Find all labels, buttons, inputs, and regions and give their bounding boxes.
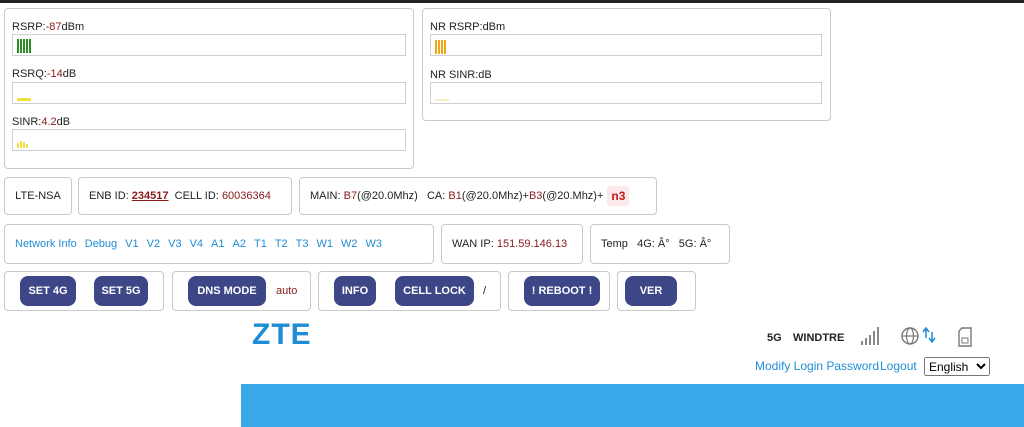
main-label: MAIN: — [310, 190, 341, 202]
top-border — [0, 0, 1024, 3]
ver-button[interactable]: VER — [625, 276, 677, 306]
temp-4g: 4G: Â° — [637, 238, 670, 250]
rsrp-label: RSRP:-87dBm — [12, 21, 85, 33]
nav-link-v1[interactable]: V1 — [125, 238, 138, 250]
cell-id-box: ENB ID: 234517 CELL ID: 60036364 — [78, 177, 292, 215]
zte-logo: ZTE — [252, 318, 312, 351]
cell-lock-button[interactable]: CELL LOCK — [395, 276, 474, 306]
wan-ip-label: WAN IP: — [452, 238, 494, 250]
main-band: B7 — [343, 190, 358, 202]
info-button[interactable]: INFO — [334, 276, 376, 306]
network-mode: LTE-NSA — [15, 190, 61, 202]
nav-link-debug[interactable]: Debug — [85, 238, 117, 250]
enb-id-link[interactable]: 234517 — [132, 190, 169, 202]
nr-rsrp-label: NR RSRP:dBm — [430, 21, 506, 33]
ca-label: CA: — [426, 190, 446, 202]
ca-bandwidth-1: (@20.0Mhz)+ — [461, 190, 529, 202]
nr-band-badge: n3 — [607, 186, 630, 206]
wan-ip-value: 151.59.146.13 — [496, 238, 568, 250]
nr-rsrp-bar-indicator — [435, 40, 446, 54]
nav-link-w3[interactable]: W3 — [366, 238, 383, 250]
cell-lock-value: / — [483, 285, 487, 297]
nav-link-a1[interactable]: A1 — [211, 238, 224, 250]
modify-login-password-link[interactable]: Modify Login Password — [755, 359, 879, 373]
language-select[interactable]: English — [924, 357, 990, 376]
ca-bandwidth-2: (@20.Mhz)+ — [542, 190, 604, 202]
sinr-bar — [12, 129, 406, 151]
nav-link-network-info[interactable]: Network Info — [15, 238, 77, 250]
enb-label: ENB ID: — [89, 190, 129, 202]
nav-link-a2[interactable]: A2 — [233, 238, 246, 250]
nr-rsrp-bar — [430, 34, 822, 56]
rsrp-bar-indicator — [17, 39, 31, 53]
ca-band-1: B1 — [448, 190, 462, 202]
carrier-aggregation-box: MAIN: B7 (@20.0Mhz) CA: B1 (@20.0Mhz)+ B3(… — [299, 177, 657, 215]
set-4g-button[interactable]: SET 4G — [20, 276, 76, 306]
dns-mode-value: auto — [276, 285, 298, 297]
wan-ip-box: WAN IP: 151.59.146.13 — [441, 224, 583, 264]
globe-icon[interactable] — [900, 326, 936, 348]
rsrq-bar — [12, 82, 406, 104]
nav-link-t1[interactable]: T1 — [254, 238, 267, 250]
cell-id-value: 60036364 — [221, 190, 271, 202]
operator-name: WINDTRE — [793, 332, 845, 344]
signal-icon — [861, 327, 879, 345]
sinr-label: SINR:4.2dB — [12, 116, 71, 128]
nr-sinr-label: NR SINR:dB — [430, 69, 492, 81]
nav-link-t2[interactable]: T2 — [275, 238, 288, 250]
dns-mode-button[interactable]: DNS MODE — [188, 276, 266, 306]
rsrp-bar — [12, 34, 406, 56]
nav-link-v4[interactable]: V4 — [190, 238, 203, 250]
lte-signal-panel: RSRP:-87dBm RSRQ:-14dB SINR:4.2dB — [4, 8, 414, 169]
reboot-button[interactable]: ! REBOOT ! — [524, 276, 600, 306]
nr-signal-panel: NR RSRP:dBm NR SINR:dB — [422, 8, 831, 121]
temp-5g: 5G: Â° — [678, 238, 712, 250]
nav-link-v2[interactable]: V2 — [147, 238, 160, 250]
main-bandwidth: (@20.0Mhz) — [357, 190, 418, 202]
rsrq-bar-indicator — [17, 98, 31, 101]
ca-band-2: B3 — [528, 190, 543, 202]
temp-label: Temp — [601, 238, 628, 250]
nr-sinr-bar-indicator — [435, 99, 449, 101]
rsrq-label: RSRQ:-14dB — [12, 68, 77, 80]
nav-link-w1[interactable]: W1 — [317, 238, 334, 250]
blue-banner — [241, 384, 1024, 427]
nav-links-box: Network Info Debug V1 V2 V3 V4 A1 A2 T1 … — [4, 224, 434, 264]
nr-sinr-bar — [430, 82, 822, 104]
nav-link-t3[interactable]: T3 — [296, 238, 309, 250]
network-type: 5G — [767, 332, 782, 344]
logout-link[interactable]: Logout — [880, 359, 917, 373]
set-5g-button[interactable]: SET 5G — [94, 276, 148, 306]
cell-label: CELL ID: — [174, 190, 219, 202]
sim-icon — [958, 327, 972, 347]
network-mode-box: LTE-NSA — [4, 177, 72, 215]
sinr-bar-indicator — [17, 141, 28, 148]
nav-link-v3[interactable]: V3 — [168, 238, 181, 250]
temperature-box: Temp 4G: Â° 5G: Â° — [590, 224, 730, 264]
nav-link-w2[interactable]: W2 — [341, 238, 358, 250]
